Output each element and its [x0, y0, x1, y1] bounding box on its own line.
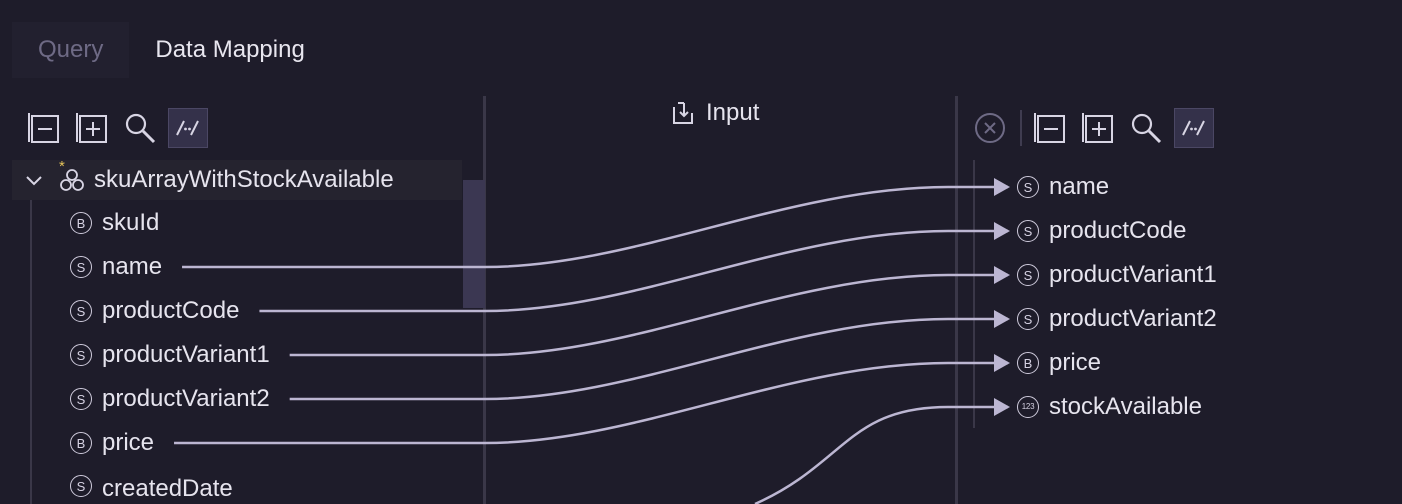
mapping-line[interactable] [182, 185, 1008, 269]
mapping-arrowhead [994, 354, 1010, 372]
mapping-line[interactable] [259, 229, 1008, 313]
mapping-arrowhead [994, 266, 1010, 284]
mapping-arrowhead [994, 178, 1010, 196]
mapping-arrowhead [994, 398, 1010, 416]
mapping-line[interactable] [754, 405, 1008, 504]
mapping-line[interactable] [174, 361, 1008, 445]
mapping-arrowhead [994, 310, 1010, 328]
mapping-arrowhead [994, 222, 1010, 240]
mapping-connectors [174, 178, 1010, 504]
